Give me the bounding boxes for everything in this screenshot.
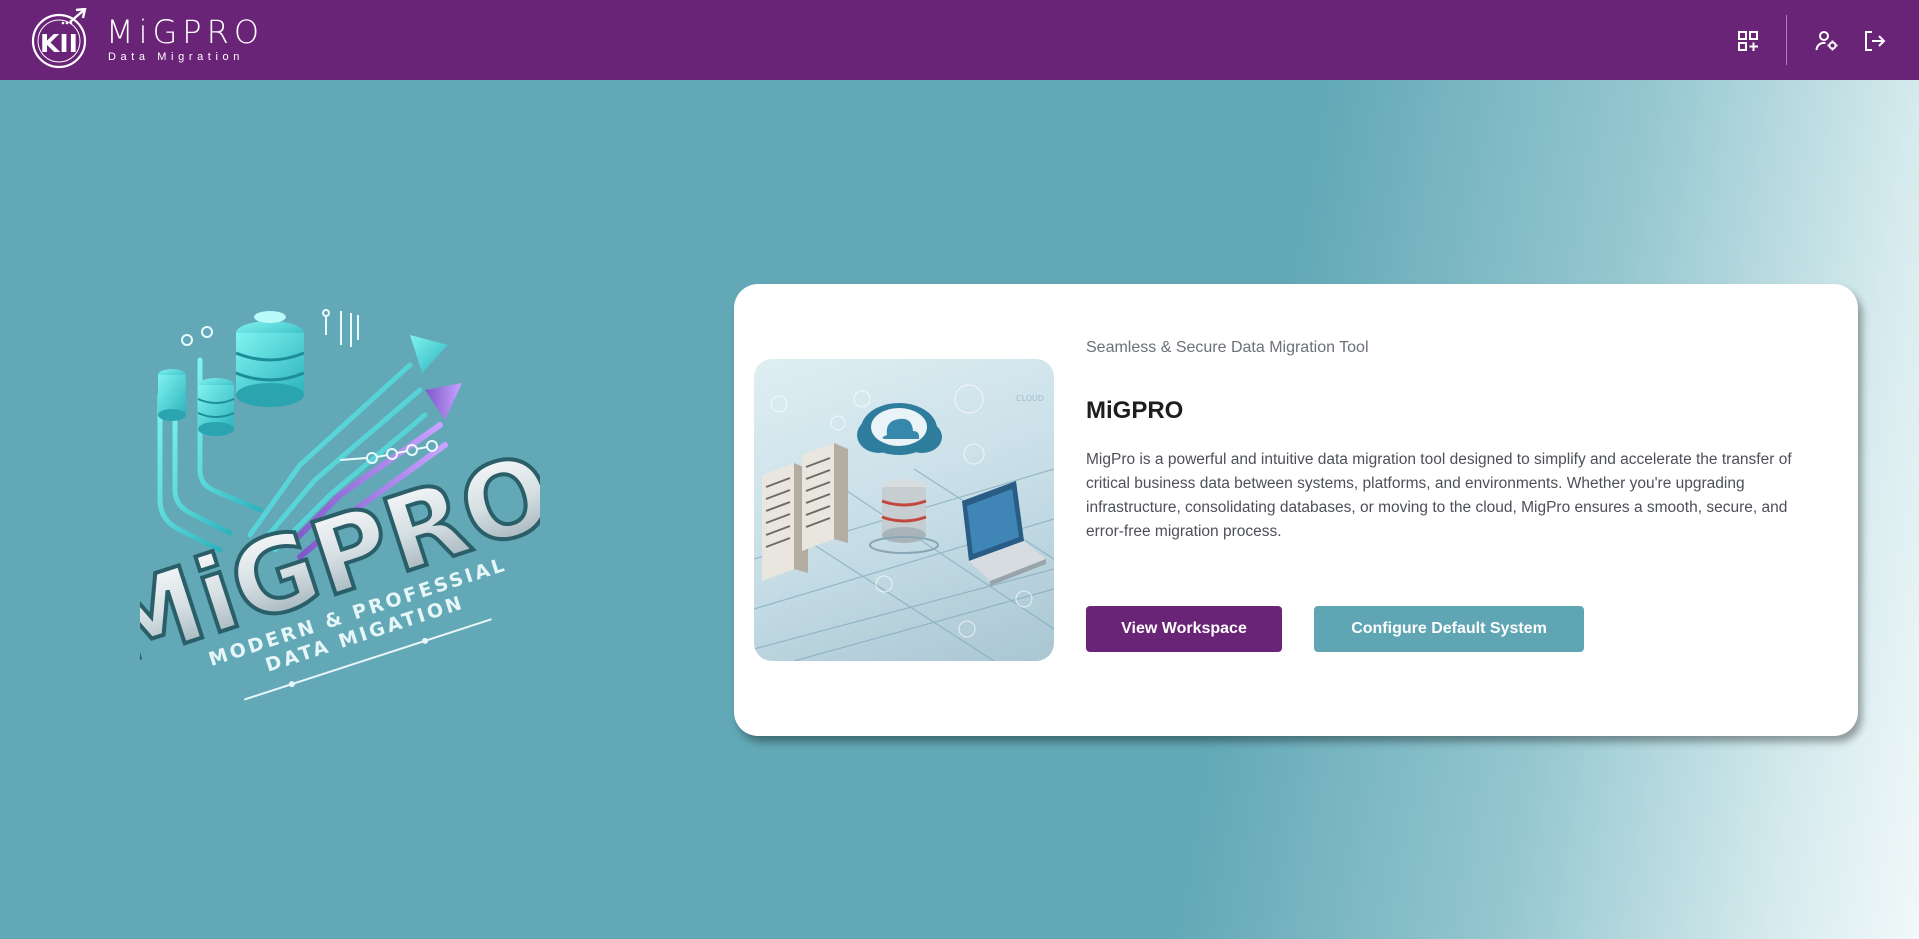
card-tagline: Seamless & Secure Data Migration Tool <box>1086 339 1369 356</box>
brand[interactable]: KII MiGPRO Data Migration <box>30 8 264 70</box>
brand-name: MiGPRO <box>106 13 265 51</box>
intro-card: CLOUD Seamless & Secure Data Migration T… <box>734 284 1858 736</box>
data-migration-illustration-image: CLOUD <box>754 384 1054 661</box>
migpro-emblem-image: MiGPRO MODERN & PROFESSIAL DATA MIGATION <box>81 309 569 701</box>
card-description: MigPro is a powerful and intuitive data … <box>1086 451 1792 540</box>
brand-logo-icon: KII <box>31 8 87 69</box>
svg-text:CLOUD: CLOUD <box>1016 394 1044 403</box>
logout-icon <box>1865 31 1886 51</box>
user-settings-icon <box>1815 31 1838 51</box>
svg-text:KII: KII <box>40 29 78 58</box>
apps-add-button[interactable] <box>1735 28 1761 54</box>
migration-illustration: CLOUD <box>754 359 1054 661</box>
apps-add-icon <box>1738 31 1758 51</box>
logout-button[interactable] <box>1862 28 1888 54</box>
header-divider <box>1786 15 1787 65</box>
card-title: MiGPRO <box>1086 397 1184 424</box>
top-bar: KII MiGPRO Data Migration <box>0 0 1919 80</box>
migpro-hero-logo: MiGPRO MODERN & PROFESSIAL DATA MIGATION <box>81 295 569 715</box>
configure-default-system-button[interactable]: Configure Default System <box>1314 606 1584 652</box>
brand-subtitle: Data Migration <box>108 51 244 63</box>
user-settings-button[interactable] <box>1814 28 1840 54</box>
view-workspace-button[interactable]: View Workspace <box>1086 606 1282 652</box>
